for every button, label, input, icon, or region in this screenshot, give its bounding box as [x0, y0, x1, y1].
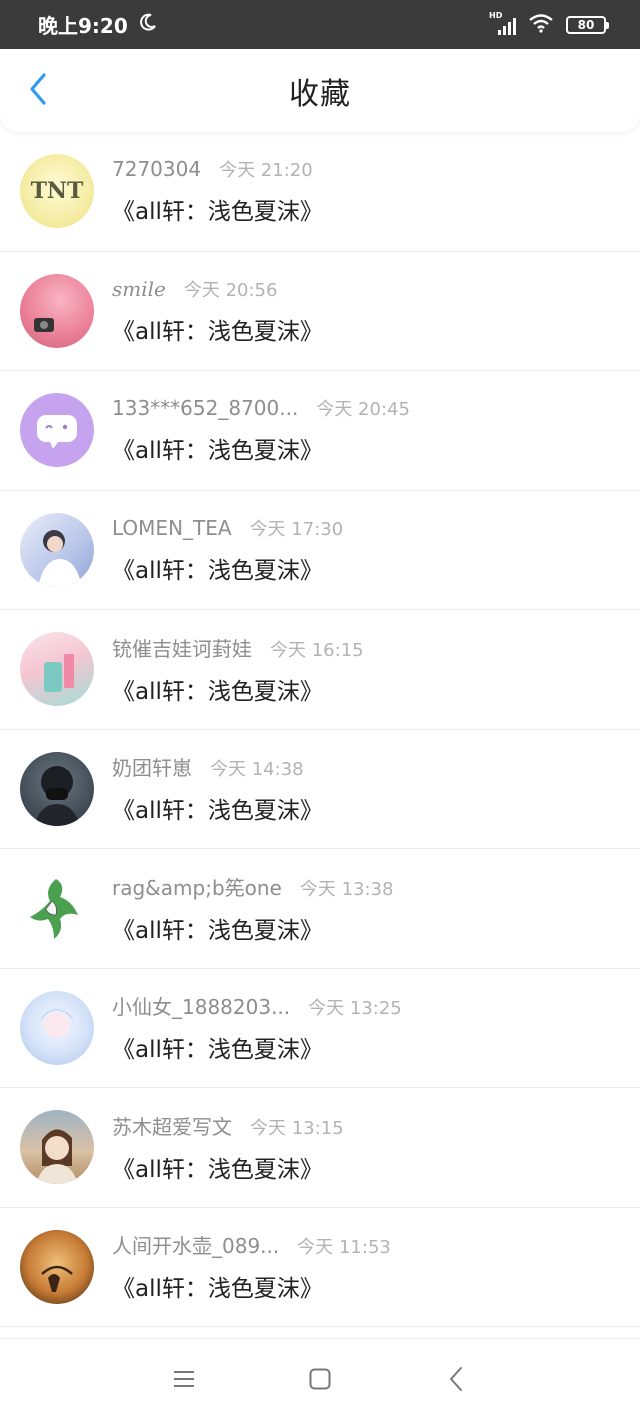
item-content: 小仙女_1888203... 今天 13:25 《all轩：浅色夏沫》 — [112, 991, 402, 1064]
wifi-icon — [528, 13, 554, 37]
item-time: 今天 20:45 — [316, 399, 410, 421]
item-content: rag&amp;b筅one 今天 13:38 《all轩：浅色夏沫》 — [112, 872, 393, 945]
item-title: 《all轩：浅色夏沫》 — [112, 798, 323, 825]
status-bar: 晚上9:20 HD 80 — [0, 0, 640, 49]
avatar — [20, 393, 94, 468]
item-title: 《all轩：浅色夏沫》 — [112, 917, 323, 944]
list-item[interactable]: 苏木超爱写文 今天 13:15 《all轩：浅色夏沫》 — [0, 1088, 640, 1208]
item-title: 《all轩：浅色夏沫》 — [112, 1156, 323, 1183]
list-item[interactable]: 133***652_8700... 今天 20:45 《all轩：浅色夏沫》 — [0, 371, 640, 491]
item-meta: smile 今天 20:56 — [112, 276, 323, 302]
item-username: rag&amp;b筅one — [112, 875, 282, 900]
moon-icon — [138, 12, 158, 37]
item-time: 今天 11:53 — [297, 1237, 391, 1259]
battery-icon: 80 — [566, 15, 609, 34]
avatar — [20, 512, 94, 587]
menu-icon — [172, 1369, 196, 1393]
back-button[interactable] — [18, 71, 58, 111]
page-title: 收藏 — [289, 76, 351, 112]
item-content: smile 今天 20:56 《all轩：浅色夏沫》 — [112, 276, 323, 346]
item-content: 奶团轩崽 今天 14:38 《all轩：浅色夏沫》 — [112, 752, 323, 825]
signal-bar — [513, 17, 516, 35]
item-username: 人间开水壶_089... — [112, 1234, 280, 1259]
avatar — [20, 273, 94, 348]
item-title: 《all轩：浅色夏沫》 — [112, 678, 323, 705]
item-meta: 人间开水壶_089... 今天 11:53 — [112, 1230, 391, 1259]
item-time: 今天 13:38 — [299, 878, 394, 900]
list-item[interactable]: 人间开水壶_089... 今天 11:53 《all轩：浅色夏沫》 — [0, 1208, 640, 1327]
avatar — [20, 990, 94, 1065]
item-content: 133***652_8700... 今天 20:45 《all轩：浅色夏沫》 — [112, 395, 410, 465]
avatar — [20, 1110, 94, 1185]
item-title: 《all轩：浅色夏沫》 — [112, 199, 323, 226]
battery-level: 80 — [577, 17, 595, 32]
item-time: 今天 13:15 — [250, 1117, 344, 1139]
item-time: 今天 17:30 — [249, 518, 344, 540]
system-back-button[interactable] — [438, 1363, 474, 1399]
item-username: smile — [112, 276, 166, 301]
chevron-left-icon — [28, 73, 48, 109]
item-content: 铳催吉娃诃葑娃 今天 16:15 《all轩：浅色夏沫》 — [112, 633, 364, 706]
item-username: LOMEN_TEA — [112, 515, 232, 540]
avatar — [20, 1229, 94, 1304]
favorites-list: TNT 7270304 今天 21:20 《all轩：浅色夏沫》 smile 今… — [0, 132, 640, 1327]
status-time: 晚上9:20 — [38, 14, 128, 38]
list-item[interactable]: 铳催吉娃诃葑娃 今天 16:15 《all轩：浅色夏沫》 — [0, 610, 640, 730]
item-title: 《all轩：浅色夏沫》 — [112, 1276, 323, 1303]
item-username: 铳催吉娃诃葑娃 — [112, 636, 252, 661]
item-content: 7270304 今天 21:20 《all轩：浅色夏沫》 — [112, 156, 323, 226]
status-left: 晚上9:20 — [38, 10, 158, 39]
item-meta: 小仙女_1888203... 今天 13:25 — [112, 991, 402, 1020]
item-username: 苏木超爱写文 — [112, 1114, 232, 1139]
signal-icon: HD — [489, 11, 516, 35]
item-meta: LOMEN_TEA 今天 17:30 — [112, 515, 343, 541]
chevron-left-icon — [448, 1366, 464, 1396]
avatar — [20, 871, 94, 946]
item-meta: 7270304 今天 21:20 — [112, 156, 323, 182]
avatar: TNT — [20, 154, 94, 229]
item-content: 苏木超爱写文 今天 13:15 《all轩：浅色夏沫》 — [112, 1111, 344, 1184]
svg-text:TNT: TNT — [31, 178, 84, 204]
avatar — [20, 751, 94, 826]
item-time: 今天 20:56 — [183, 279, 278, 301]
item-username: 7270304 — [112, 157, 202, 182]
item-username: 小仙女_1888203... — [112, 995, 291, 1020]
status-right: HD 80 — [489, 11, 609, 37]
signal-bar — [508, 21, 511, 35]
home-button[interactable] — [302, 1363, 338, 1399]
item-time: 今天 14:38 — [210, 759, 304, 781]
avatar — [20, 632, 94, 707]
list-item[interactable]: TNT 7270304 今天 21:20 《all轩：浅色夏沫》 — [0, 132, 640, 252]
item-title: 《all轩：浅色夏沫》 — [112, 438, 323, 465]
system-nav-bar — [0, 1338, 640, 1422]
item-time: 今天 16:15 — [270, 639, 364, 661]
list-item[interactable]: rag&amp;b筅one 今天 13:38 《all轩：浅色夏沫》 — [0, 849, 640, 969]
home-square-icon — [308, 1367, 332, 1395]
item-title: 《all轩：浅色夏沫》 — [112, 318, 323, 345]
header: 收藏 — [0, 49, 640, 132]
item-meta: 苏木超爱写文 今天 13:15 — [112, 1111, 344, 1140]
item-time: 今天 21:20 — [219, 160, 313, 182]
list-item[interactable]: LOMEN_TEA 今天 17:30 《all轩：浅色夏沫》 — [0, 491, 640, 610]
item-meta: 奶团轩崽 今天 14:38 — [112, 752, 323, 781]
item-content: LOMEN_TEA 今天 17:30 《all轩：浅色夏沫》 — [112, 515, 343, 585]
item-username: 133***652_8700... — [112, 396, 299, 421]
list-item[interactable]: smile 今天 20:56 《all轩：浅色夏沫》 — [0, 252, 640, 371]
item-content: 人间开水壶_089... 今天 11:53 《all轩：浅色夏沫》 — [112, 1230, 391, 1303]
item-title: 《all轩：浅色夏沫》 — [112, 557, 323, 584]
item-meta: 133***652_8700... 今天 20:45 — [112, 395, 410, 421]
network-label: HD — [489, 10, 503, 20]
signal-bar — [503, 25, 506, 35]
item-meta: rag&amp;b筅one 今天 13:38 — [112, 872, 393, 901]
signal-bar — [498, 29, 501, 35]
list-item[interactable]: 奶团轩崽 今天 14:38 《all轩：浅色夏沫》 — [0, 730, 640, 849]
item-meta: 铳催吉娃诃葑娃 今天 16:15 — [112, 633, 364, 662]
item-username: 奶团轩崽 — [112, 756, 192, 781]
menu-button[interactable] — [166, 1363, 202, 1399]
item-title: 《all轩：浅色夏沫》 — [112, 1037, 323, 1064]
item-time: 今天 13:25 — [308, 998, 402, 1020]
list-item[interactable]: 小仙女_1888203... 今天 13:25 《all轩：浅色夏沫》 — [0, 969, 640, 1088]
